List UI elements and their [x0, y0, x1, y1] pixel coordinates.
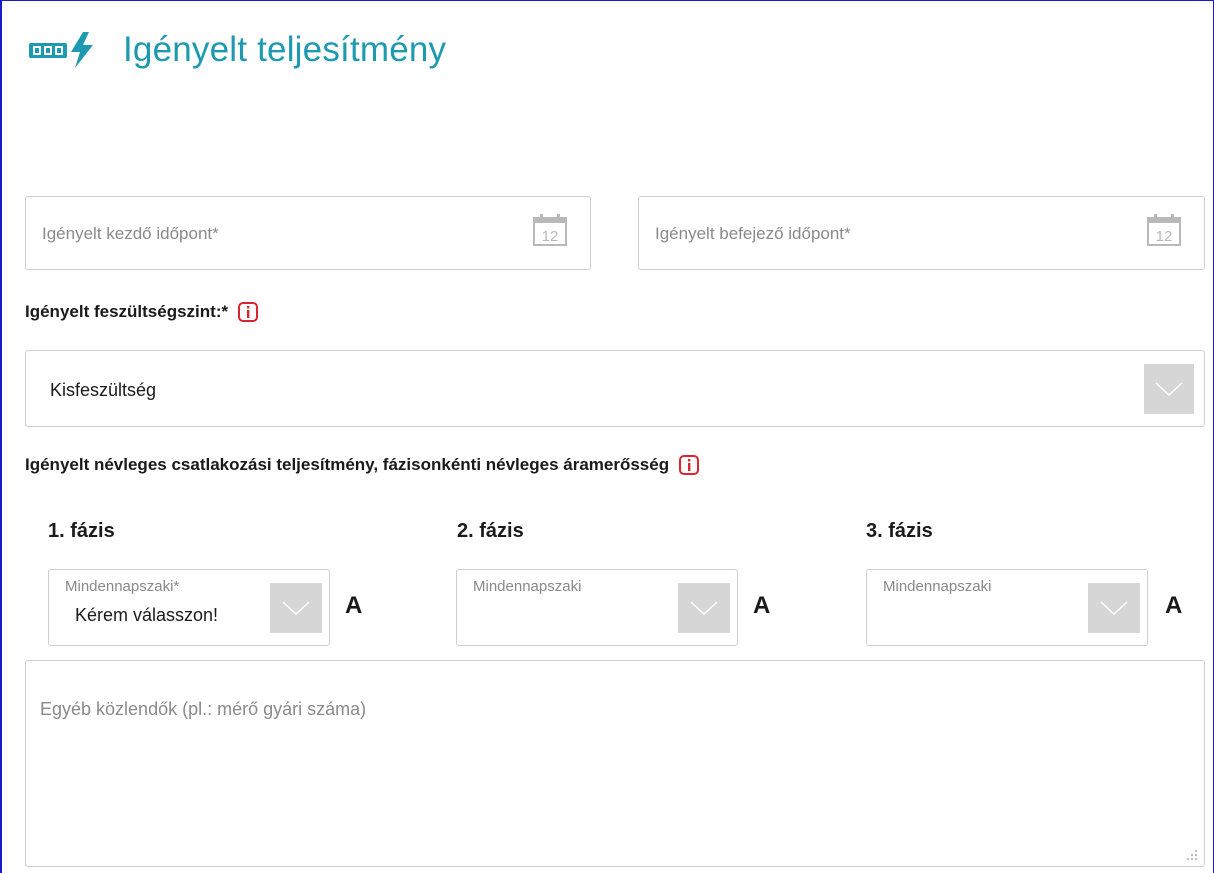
info-icon[interactable]: [679, 455, 700, 475]
end-date-placeholder: Igényelt befejező időpont*: [655, 224, 851, 243]
page-header: Igényelt teljesítmény: [27, 22, 446, 78]
power-label: Igényelt névleges csatlakozási teljesítm…: [25, 455, 700, 475]
voltage-label-text: Igényelt feszültségszint:*: [25, 302, 229, 321]
phase-2-unit: A: [753, 592, 771, 619]
start-date-field[interactable]: Igényelt kezdő időpont* 12: [25, 196, 591, 270]
svg-text:12: 12: [1156, 228, 1173, 245]
phase-2-label: 2. fázis: [457, 520, 524, 542]
phase-1-field-label: Mindennapszaki*: [65, 578, 180, 595]
info-icon[interactable]: [238, 302, 259, 322]
voltage-select[interactable]: Kisfeszültség: [25, 350, 1205, 427]
notes-textarea[interactable]: Egyéb közlendők (pl.: mérő gyári száma): [25, 660, 1205, 867]
start-date-placeholder: Igényelt kezdő időpont*: [42, 224, 219, 243]
phase-2-field-label: Mindennapszaki: [473, 578, 582, 595]
phase-2-select[interactable]: Mindennapszaki: [456, 569, 738, 646]
calendar-icon[interactable]: 12: [532, 213, 568, 247]
chevron-down-icon[interactable]: [1144, 364, 1194, 414]
phase-3-select[interactable]: Mindennapszaki: [866, 569, 1148, 646]
end-date-field[interactable]: Igényelt befejező időpont* 12: [638, 196, 1205, 270]
phase-3-unit: A: [1165, 592, 1183, 619]
voltage-label: Igényelt feszültségszint:*: [25, 302, 259, 322]
power-label-text: Igényelt névleges csatlakozási teljesítm…: [25, 455, 670, 474]
phase-3-field-label: Mindennapszaki: [883, 578, 992, 595]
meter-lightning-icon: [27, 30, 101, 70]
svg-text:12: 12: [542, 228, 559, 245]
phase-3-label: 3. fázis: [866, 520, 933, 542]
chevron-down-icon[interactable]: [1088, 583, 1140, 633]
phase-1-value: Kérem válasszon!: [75, 605, 219, 625]
phase-1-select[interactable]: Mindennapszaki* Kérem válasszon!: [48, 569, 330, 646]
resize-grip-icon[interactable]: [1186, 848, 1198, 860]
phase-1-unit: A: [345, 592, 363, 619]
notes-placeholder: Egyéb közlendők (pl.: mérő gyári száma): [40, 699, 367, 719]
chevron-down-icon[interactable]: [678, 583, 730, 633]
phase-1-label: 1. fázis: [48, 520, 115, 542]
page-title: Igényelt teljesítmény: [123, 30, 447, 69]
calendar-icon[interactable]: 12: [1146, 213, 1182, 247]
chevron-down-icon[interactable]: [270, 583, 322, 633]
voltage-select-value: Kisfeszültség: [50, 380, 157, 400]
